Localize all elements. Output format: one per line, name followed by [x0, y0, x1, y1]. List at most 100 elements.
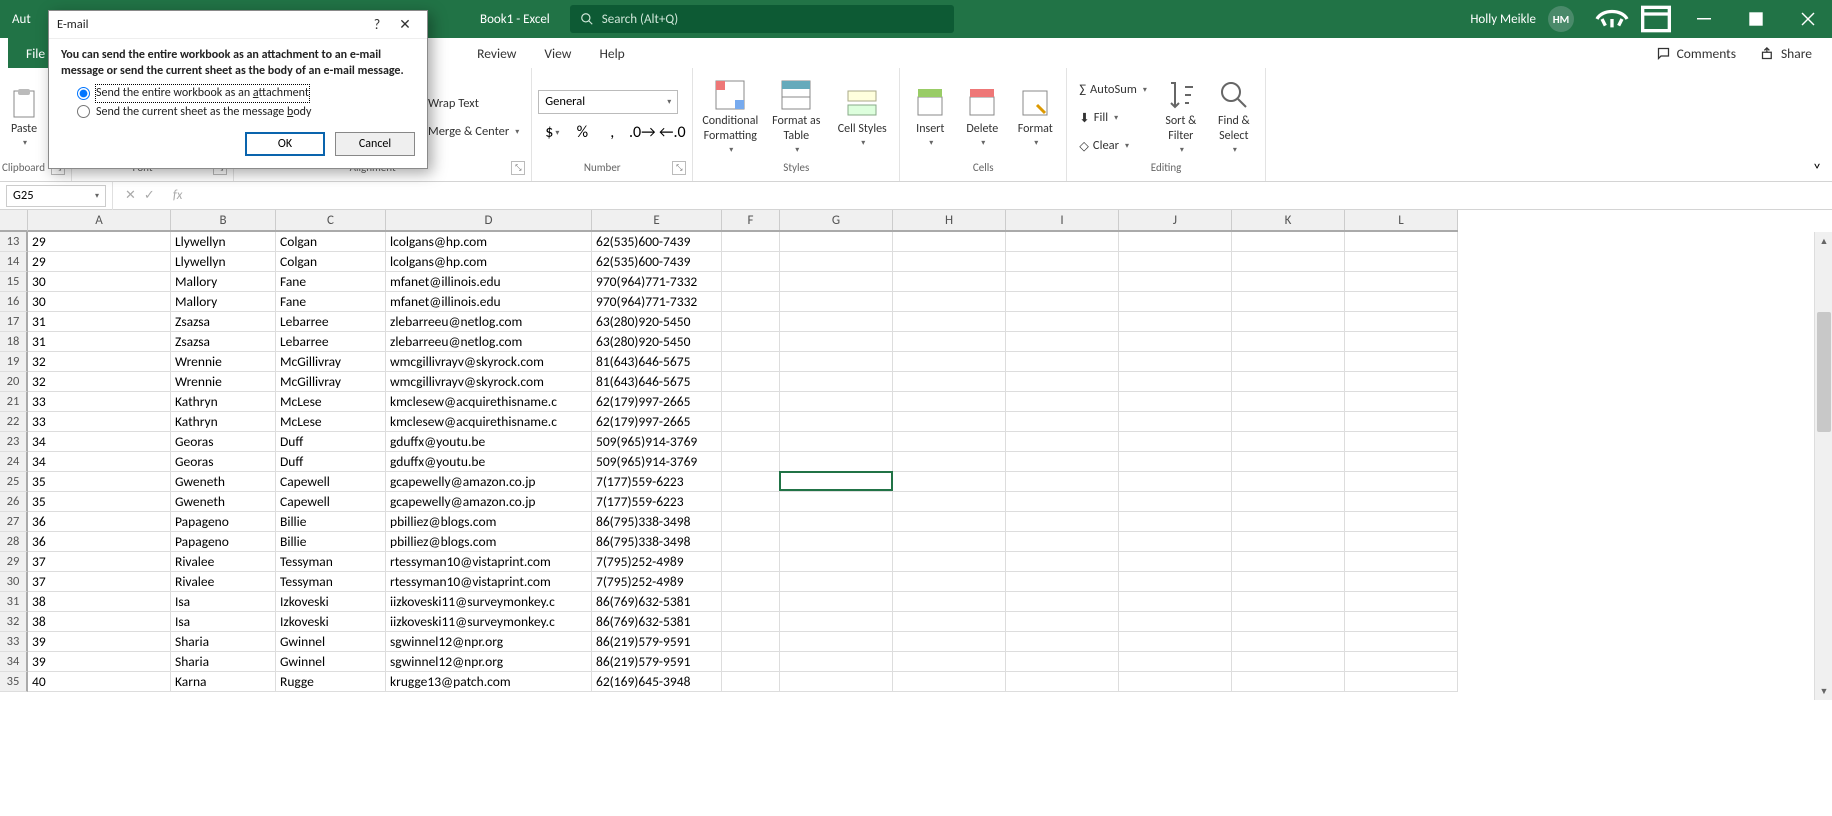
- cell[interactable]: Fane: [276, 272, 386, 292]
- cell[interactable]: McLese: [276, 392, 386, 412]
- cell[interactable]: [1345, 572, 1458, 592]
- cell[interactable]: Sharia: [171, 632, 276, 652]
- cell[interactable]: 7(177)559-6223: [592, 472, 722, 492]
- row-header[interactable]: 28: [0, 532, 28, 552]
- col-header[interactable]: L: [1345, 210, 1458, 230]
- cell[interactable]: [1119, 392, 1232, 412]
- cell[interactable]: Rivalee: [171, 572, 276, 592]
- increase-decimal-icon[interactable]: .0→: [628, 120, 656, 146]
- cell[interactable]: Kathryn: [171, 412, 276, 432]
- scroll-down-icon[interactable]: ▼: [1815, 682, 1832, 700]
- cell[interactable]: Llywellyn: [171, 252, 276, 272]
- ok-button[interactable]: OK: [245, 132, 325, 156]
- cell[interactable]: pbilliez@blogs.com: [386, 512, 592, 532]
- cell[interactable]: [1119, 472, 1232, 492]
- cell[interactable]: Lebarree: [276, 312, 386, 332]
- cell[interactable]: [1345, 452, 1458, 472]
- cell[interactable]: 62(169)645-3948: [592, 672, 722, 692]
- cell[interactable]: [722, 472, 780, 492]
- cell[interactable]: [1119, 532, 1232, 552]
- cell[interactable]: 32: [28, 352, 171, 372]
- cell[interactable]: [1232, 232, 1345, 252]
- row-header[interactable]: 15: [0, 272, 28, 292]
- cell[interactable]: kmclesew@acquirethisname.c: [386, 412, 592, 432]
- row-header[interactable]: 30: [0, 572, 28, 592]
- cell[interactable]: Mallory: [171, 292, 276, 312]
- cell[interactable]: [1232, 632, 1345, 652]
- cell[interactable]: [780, 532, 893, 552]
- cell[interactable]: 509(965)914-3769: [592, 432, 722, 452]
- cell[interactable]: [1345, 352, 1458, 372]
- cell[interactable]: [1345, 392, 1458, 412]
- cell[interactable]: [893, 592, 1006, 612]
- cell[interactable]: [1006, 232, 1119, 252]
- cell[interactable]: [1232, 372, 1345, 392]
- cell[interactable]: [1345, 652, 1458, 672]
- cell[interactable]: 7(795)252-4989: [592, 552, 722, 572]
- cell[interactable]: [1006, 352, 1119, 372]
- cell[interactable]: [722, 652, 780, 672]
- cell[interactable]: McLese: [276, 412, 386, 432]
- cell[interactable]: [1119, 252, 1232, 272]
- cell[interactable]: [1232, 272, 1345, 292]
- cell[interactable]: Georas: [171, 432, 276, 452]
- cell[interactable]: 86(769)632-5381: [592, 592, 722, 612]
- cell[interactable]: [1006, 452, 1119, 472]
- avatar[interactable]: HM: [1548, 6, 1574, 32]
- cell[interactable]: [780, 572, 893, 592]
- cell[interactable]: [1006, 332, 1119, 352]
- cancel-button[interactable]: Cancel: [335, 132, 415, 156]
- scroll-up-icon[interactable]: ▲: [1815, 232, 1832, 250]
- cell[interactable]: [1006, 512, 1119, 532]
- cell[interactable]: gduffx@youtu.be: [386, 432, 592, 452]
- col-header[interactable]: G: [780, 210, 893, 230]
- cell[interactable]: [893, 352, 1006, 372]
- enter-formula-icon[interactable]: ✓: [144, 188, 155, 203]
- cell[interactable]: McGillivray: [276, 352, 386, 372]
- cell[interactable]: [722, 312, 780, 332]
- cell[interactable]: [1006, 372, 1119, 392]
- vertical-scrollbar[interactable]: ▲ ▼: [1814, 232, 1832, 700]
- cell[interactable]: 33: [28, 392, 171, 412]
- row-header[interactable]: 27: [0, 512, 28, 532]
- row-header[interactable]: 32: [0, 612, 28, 632]
- cell[interactable]: [722, 292, 780, 312]
- close-button[interactable]: [1784, 0, 1832, 38]
- clear-button[interactable]: ◇ Clear▾: [1073, 133, 1153, 159]
- cell[interactable]: sgwinnel12@npr.org: [386, 652, 592, 672]
- cell[interactable]: Gweneth: [171, 472, 276, 492]
- cell[interactable]: [1119, 232, 1232, 252]
- cell[interactable]: 970(964)771-7332: [592, 272, 722, 292]
- cell[interactable]: [1232, 552, 1345, 572]
- grid-cells[interactable]: 29LlywellynColganlcolgans@hp.com62(535)6…: [28, 232, 1458, 692]
- cell[interactable]: [780, 232, 893, 252]
- cell[interactable]: [780, 632, 893, 652]
- cell[interactable]: [893, 532, 1006, 552]
- cell[interactable]: [1345, 432, 1458, 452]
- conditional-formatting-button[interactable]: Conditional Formatting▾: [699, 76, 761, 160]
- select-all-corner[interactable]: [0, 210, 28, 232]
- cell[interactable]: [780, 412, 893, 432]
- cell[interactable]: 63(280)920-5450: [592, 312, 722, 332]
- cell[interactable]: Capewell: [276, 472, 386, 492]
- cell[interactable]: [1345, 372, 1458, 392]
- cell[interactable]: [1119, 372, 1232, 392]
- cell[interactable]: Lebarree: [276, 332, 386, 352]
- cell[interactable]: [1006, 592, 1119, 612]
- cell[interactable]: [1345, 492, 1458, 512]
- cell[interactable]: Sharia: [171, 652, 276, 672]
- cell[interactable]: [893, 652, 1006, 672]
- cell[interactable]: mfanet@illinois.edu: [386, 272, 592, 292]
- option-body[interactable]: Send the current sheet as the message bo…: [77, 104, 415, 120]
- number-format-select[interactable]: General▾: [538, 90, 678, 114]
- cell[interactable]: [1345, 632, 1458, 652]
- cell[interactable]: [893, 512, 1006, 532]
- radio-body[interactable]: [77, 105, 90, 118]
- cell[interactable]: Tessyman: [276, 552, 386, 572]
- cell[interactable]: 62(179)997-2665: [592, 412, 722, 432]
- cell[interactable]: [1119, 632, 1232, 652]
- cell[interactable]: pbilliez@blogs.com: [386, 532, 592, 552]
- cell[interactable]: [722, 332, 780, 352]
- cell[interactable]: 37: [28, 572, 171, 592]
- cell[interactable]: 62(535)600-7439: [592, 232, 722, 252]
